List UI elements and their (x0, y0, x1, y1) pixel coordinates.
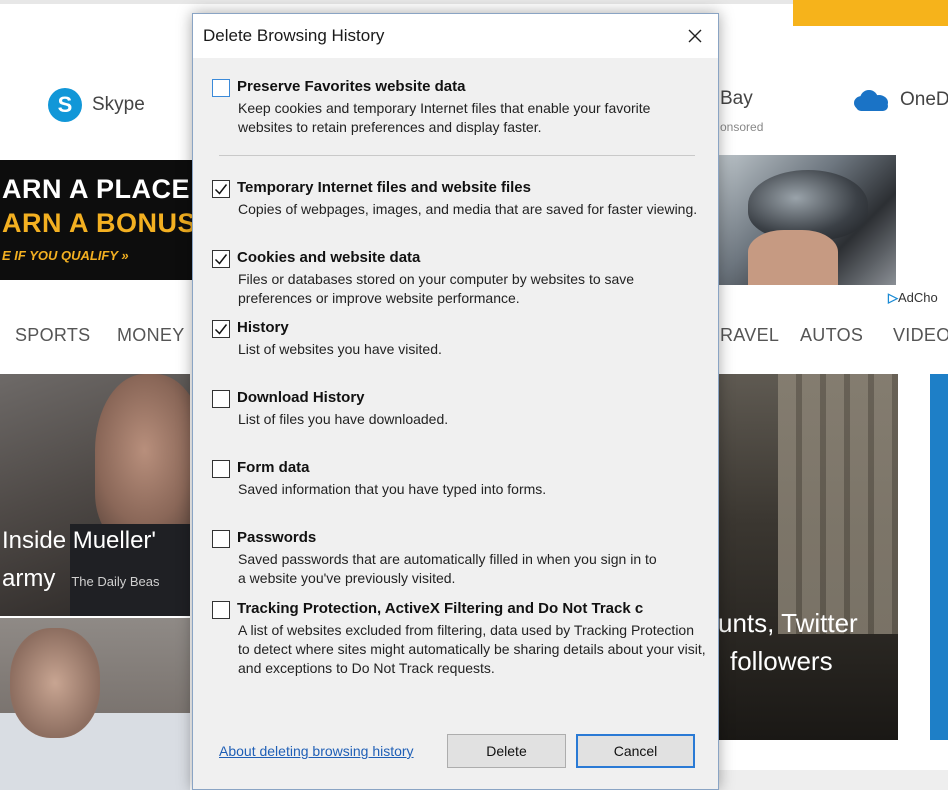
news-source: The Daily Beas (71, 574, 160, 589)
news-photo (778, 374, 898, 634)
quicklink-label: OneDr (900, 89, 948, 110)
form-data-checkbox[interactable] (212, 460, 230, 478)
option-label: Passwords (237, 529, 317, 546)
adchoices-link[interactable]: ▷AdCho (888, 290, 938, 306)
face-shape (748, 230, 838, 285)
headline-line-2: army The Daily Beas (2, 560, 160, 601)
dialog-titlebar[interactable]: Delete Browsing History (193, 14, 718, 58)
adchoices-label: AdCho (898, 290, 938, 305)
headline-line-1: Inside Mueller' (2, 527, 156, 554)
nav-video[interactable]: VIDEO (893, 325, 948, 346)
ad-line-2: ARN A BONUS (2, 208, 196, 238)
temporary-files-checkbox[interactable] (212, 180, 230, 198)
history-checkbox[interactable] (212, 320, 230, 338)
close-icon (688, 29, 702, 43)
nav-autos[interactable]: AUTOS (800, 325, 863, 346)
delete-button[interactable]: Delete (447, 734, 566, 768)
option-label: Temporary Internet files and website fil… (237, 179, 531, 196)
nav-travel[interactable]: RAVEL (720, 325, 779, 346)
option-label: History (237, 319, 289, 336)
news-photo (95, 374, 190, 544)
option-description: A list of websites excluded from filteri… (238, 622, 706, 676)
cookies-checkbox[interactable] (212, 250, 230, 268)
preserve-favorites-checkbox[interactable] (212, 79, 230, 97)
headline-line-1: unts, Twitter (718, 608, 858, 638)
option-description: List of websites you have visited. (238, 341, 442, 357)
ad-line-3: E IF YOU QUALIFY » (2, 248, 129, 263)
option-description: Saved passwords that are automatically f… (238, 551, 657, 586)
onedrive-icon (850, 88, 890, 112)
quicklink-skype[interactable]: S Skype (48, 88, 145, 122)
about-deleting-history-link[interactable]: About deleting browsing history (219, 742, 419, 761)
news-headline: Inside Mueller' army The Daily Beas (2, 522, 160, 601)
news-card[interactable]: unts, Twitter followers (718, 374, 898, 740)
download-history-checkbox[interactable] (212, 390, 230, 408)
option-description: Files or databases stored on your comput… (238, 271, 635, 306)
passwords-checkbox[interactable] (212, 530, 230, 548)
top-bar (0, 0, 793, 4)
checkmark-icon (214, 254, 228, 265)
quicklink-label: Skype (92, 94, 145, 115)
option-label: Form data (237, 459, 310, 476)
option-description: Keep cookies and temporary Internet file… (238, 100, 651, 135)
top-banner-accent (793, 0, 948, 26)
checkmark-icon (214, 324, 228, 335)
option-description: Copies of webpages, images, and media th… (238, 201, 698, 217)
advertisement-image[interactable] (718, 155, 896, 285)
headline-line-2: followers (730, 646, 833, 676)
option-label: Tracking Protection, ActiveX Filtering a… (237, 600, 644, 617)
checkmark-icon (214, 184, 228, 195)
news-headline: unts, Twitter followers (718, 604, 858, 680)
ad-line-1: ARN A PLACE (2, 174, 191, 204)
news-card-edge[interactable] (930, 374, 948, 740)
news-photo-person (10, 628, 100, 738)
option-description: Saved information that you have typed in… (238, 481, 547, 497)
close-button[interactable] (672, 14, 718, 58)
news-card[interactable]: Inside Mueller' army The Daily Beas (0, 374, 190, 616)
news-card[interactable] (0, 618, 190, 790)
option-description: List of files you have downloaded. (238, 411, 449, 427)
option-label: Preserve Favorites website data (237, 78, 466, 95)
advertisement-banner[interactable]: ARN A PLACE ARN A BONUS E IF YOU QUALIFY… (0, 160, 196, 280)
nav-sports[interactable]: SPORTS (15, 325, 91, 346)
tracking-protection-checkbox[interactable] (212, 601, 230, 619)
nav-money[interactable]: MONEY (117, 325, 185, 346)
sponsored-label: onsored (720, 120, 764, 134)
quicklink-ebay[interactable]: Bay (720, 88, 753, 110)
delete-browsing-history-dialog: Delete Browsing History Preserve Favorit… (192, 13, 719, 790)
quicklink-onedrive[interactable]: OneDr (850, 88, 948, 112)
cancel-button[interactable]: Cancel (576, 734, 695, 768)
page-footer-strip (718, 770, 948, 790)
option-label: Download History (237, 389, 365, 406)
ebay-icon: Bay (720, 88, 753, 109)
divider (219, 155, 695, 156)
skype-icon: S (48, 88, 82, 122)
adchoices-icon: ▷ (888, 290, 898, 305)
headline-text: army (2, 565, 56, 592)
dialog-title: Delete Browsing History (203, 26, 385, 45)
option-label: Cookies and website data (237, 249, 421, 266)
